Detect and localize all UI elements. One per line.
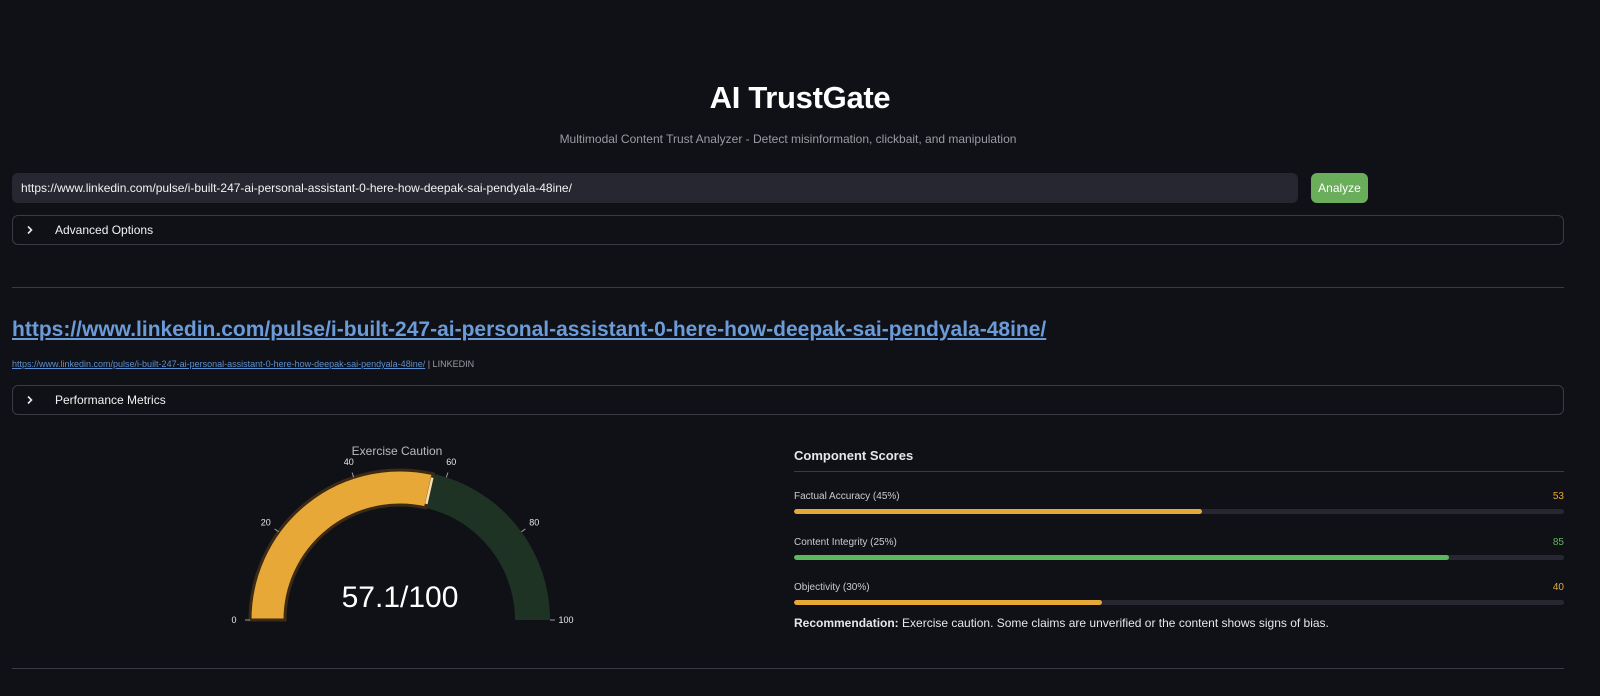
analyze-button[interactable]: Analyze bbox=[1311, 173, 1368, 203]
performance-metrics-label: Performance Metrics bbox=[55, 393, 166, 407]
component-label: Content Integrity (25%) bbox=[794, 537, 897, 548]
gauge-tick-label: 60 bbox=[446, 457, 456, 467]
component-label: Objectivity (30%) bbox=[794, 582, 870, 593]
performance-metrics-expander[interactable]: Performance Metrics bbox=[12, 385, 1564, 415]
section-divider bbox=[12, 287, 1564, 288]
advanced-options-expander[interactable]: Advanced Options bbox=[12, 215, 1564, 245]
gauge-tick-label: 0 bbox=[231, 615, 236, 625]
component-divider bbox=[794, 471, 1564, 472]
component-bar-track bbox=[794, 600, 1564, 605]
gauge-tick-label: 100 bbox=[558, 615, 573, 625]
component-bar-fill bbox=[794, 509, 1203, 514]
gauge-tick-label: 40 bbox=[344, 457, 354, 467]
page-subtitle: Multimodal Content Trust Analyzer - Dete… bbox=[559, 132, 1017, 146]
component-value: 53 bbox=[1552, 491, 1564, 502]
component-bar-track bbox=[794, 509, 1564, 514]
component-bar-fill bbox=[794, 600, 1102, 605]
chevron-right-icon bbox=[25, 395, 41, 405]
bottom-divider bbox=[12, 668, 1564, 669]
component-bar-track bbox=[794, 555, 1564, 560]
source-platform: | LINKEDIN bbox=[425, 359, 475, 369]
recommendation: Recommendation: Exercise caution. Some c… bbox=[794, 616, 1329, 630]
component-value: 85 bbox=[1552, 537, 1564, 548]
gauge-tick-label: 20 bbox=[261, 517, 271, 527]
gauge-score: 57.1/100 bbox=[342, 581, 459, 614]
component-bar-fill bbox=[794, 555, 1449, 560]
result-title-link[interactable]: https://www.linkedin.com/pulse/i-built-2… bbox=[12, 318, 1046, 342]
source-link[interactable]: https://www.linkedin.com/pulse/i-built-2… bbox=[12, 359, 425, 369]
gauge-tick-mark bbox=[521, 528, 526, 533]
component-value: 40 bbox=[1552, 582, 1564, 593]
component-label: Factual Accuracy (45%) bbox=[794, 491, 900, 502]
url-input[interactable] bbox=[12, 173, 1298, 203]
result-meta: https://www.linkedin.com/pulse/i-built-2… bbox=[12, 359, 474, 369]
recommendation-label: Recommendation: bbox=[794, 616, 899, 630]
recommendation-text: Exercise caution. Some claims are unveri… bbox=[898, 616, 1329, 630]
gauge-tick-mark bbox=[445, 472, 449, 478]
trust-score-gauge: 0 20 40 60 80 100 57.1/100 bbox=[231, 457, 573, 625]
page-title: AI TrustGate bbox=[709, 80, 891, 115]
gauge-tick-label: 80 bbox=[529, 517, 539, 527]
chevron-right-icon bbox=[25, 225, 41, 235]
component-scores-title: Component Scores bbox=[794, 448, 914, 463]
advanced-options-label: Advanced Options bbox=[55, 223, 154, 237]
